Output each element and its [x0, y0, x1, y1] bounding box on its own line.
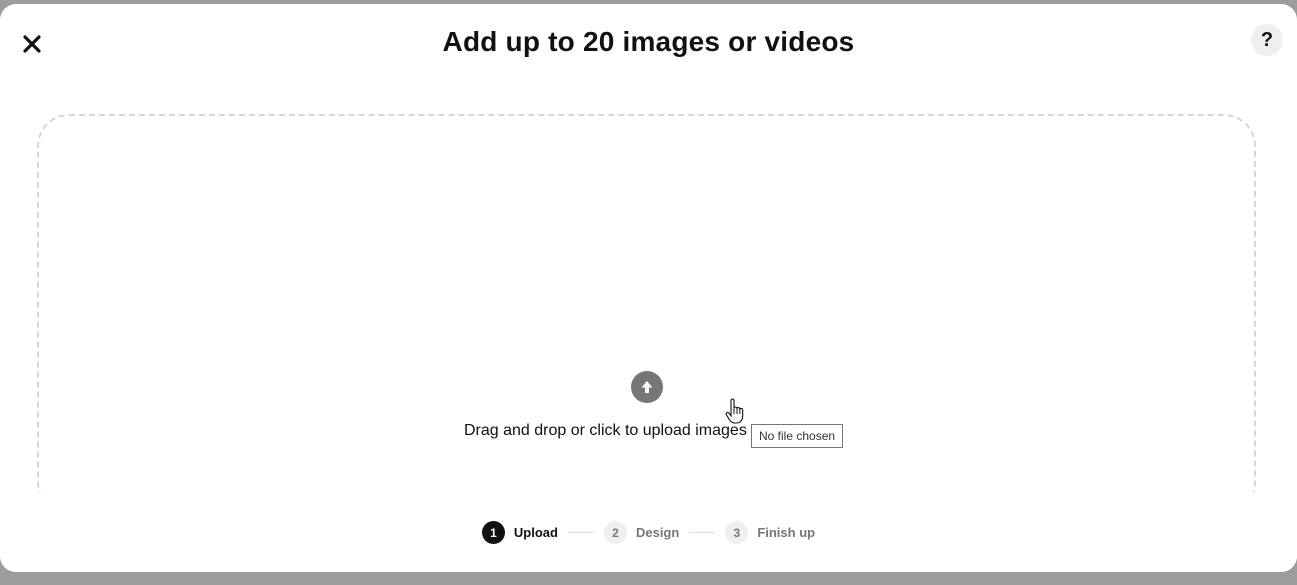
- step-number-badge: 1: [481, 521, 505, 544]
- step-design[interactable]: 2 Design: [603, 521, 680, 544]
- step-label: Design: [635, 525, 680, 540]
- step-connector: [567, 532, 594, 533]
- step-connector: [689, 532, 716, 533]
- upload-modal: Add up to 20 images or videos ? Drag and…: [0, 4, 1297, 572]
- file-chosen-tooltip: No file chosen: [751, 424, 844, 448]
- upload-arrow-icon: [631, 371, 663, 403]
- help-button[interactable]: ?: [1251, 24, 1283, 56]
- upload-dropzone[interactable]: Drag and drop or click to upload images …: [37, 114, 1256, 514]
- step-number-badge: 2: [603, 521, 627, 544]
- step-number-badge: 3: [725, 521, 749, 544]
- dropzone-instructions: Drag and drop or click to upload images: [464, 422, 747, 439]
- step-upload[interactable]: 1 Upload: [481, 521, 558, 544]
- modal-title: Add up to 20 images or videos: [442, 26, 855, 57]
- step-footer: 1 Upload 2 Design 3 Finish up: [0, 492, 1297, 572]
- step-progress: 1 Upload 2 Design 3 Finish up: [0, 521, 1297, 544]
- step-finish-up[interactable]: 3 Finish up: [725, 521, 815, 544]
- step-label: Finish up: [757, 525, 816, 540]
- hand-pointer-icon: [725, 398, 744, 424]
- step-label: Upload: [513, 525, 558, 540]
